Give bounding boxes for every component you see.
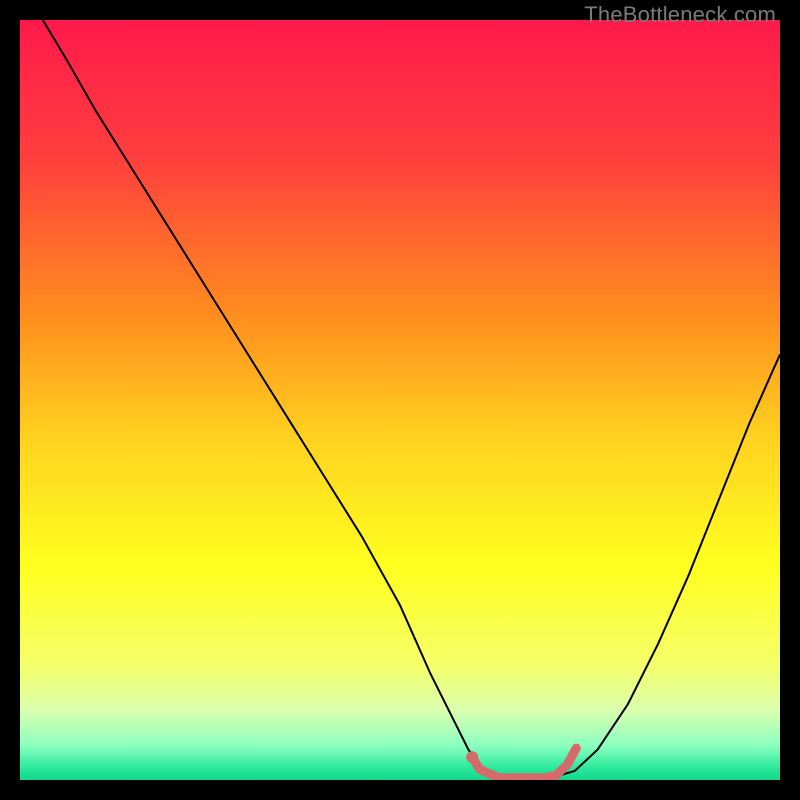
optimal-start-dot <box>466 751 478 763</box>
watermark-text: TheBottleneck.com <box>584 2 776 28</box>
bottleneck-chart <box>20 20 780 780</box>
markers-layer <box>466 751 478 763</box>
chart-frame <box>20 20 780 780</box>
chart-background <box>20 20 780 780</box>
